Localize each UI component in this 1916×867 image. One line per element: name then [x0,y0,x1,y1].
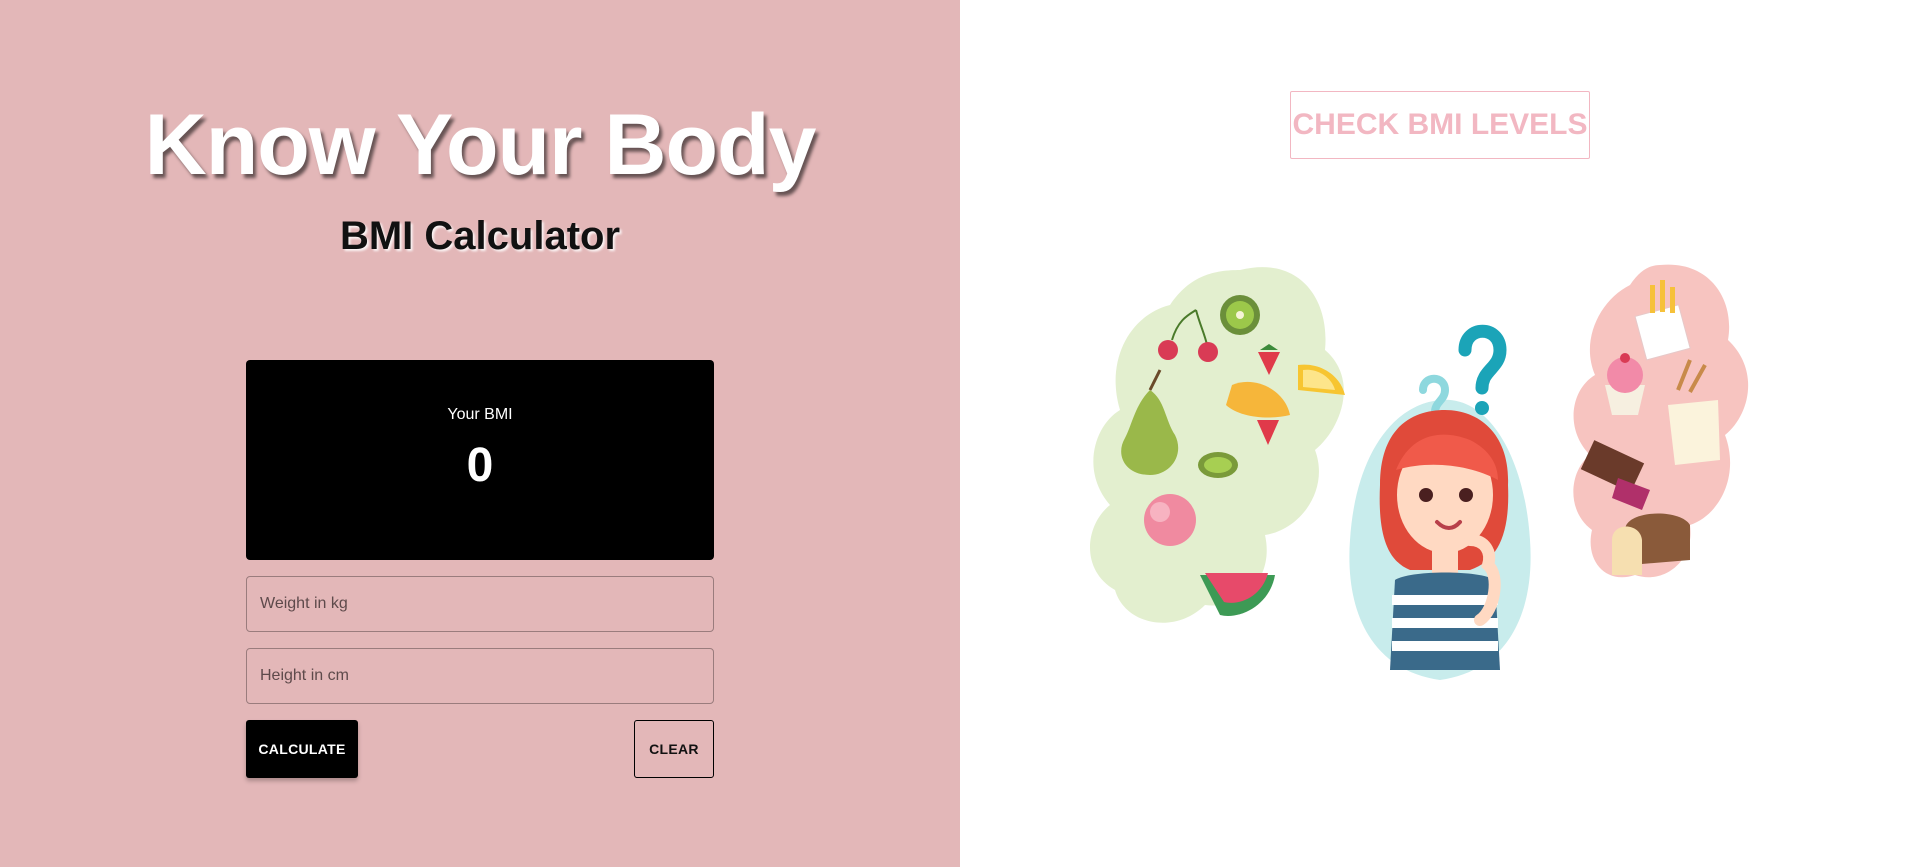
bmi-calculator: Your BMI 0 CALCULATE CLEAR [246,360,714,778]
page-title: Know Your Body [144,97,817,193]
girl-figure-icon [1379,410,1509,670]
clear-button[interactable]: CLEAR [634,720,714,778]
calculator-actions: CALCULATE CLEAR [246,720,714,778]
page: Know Your Body BMI Calculator Your BMI 0… [0,0,1916,867]
peach-icon [1144,494,1196,546]
bmi-result-label: Your BMI [447,406,513,423]
girl-thinking-about-food-illustration [1090,264,1749,680]
bmi-result-card: Your BMI 0 [246,360,714,560]
watermelon-icon [1200,573,1275,616]
bmi-result-value: 0 [466,439,494,492]
kiwi-icon [1198,452,1238,478]
calculate-button[interactable]: CALCULATE [246,720,358,778]
calculator-subtitle: BMI Calculator [339,214,621,258]
kiwi-icon [1220,295,1260,335]
check-bmi-levels-button[interactable]: CHECK BMI LEVELS [1290,91,1590,159]
weight-input[interactable] [246,576,714,632]
height-input[interactable] [246,648,714,704]
calculator-panel: Know Your Body BMI Calculator Your BMI 0… [0,0,960,867]
info-panel: CHECK BMI LEVELS [960,0,1916,867]
